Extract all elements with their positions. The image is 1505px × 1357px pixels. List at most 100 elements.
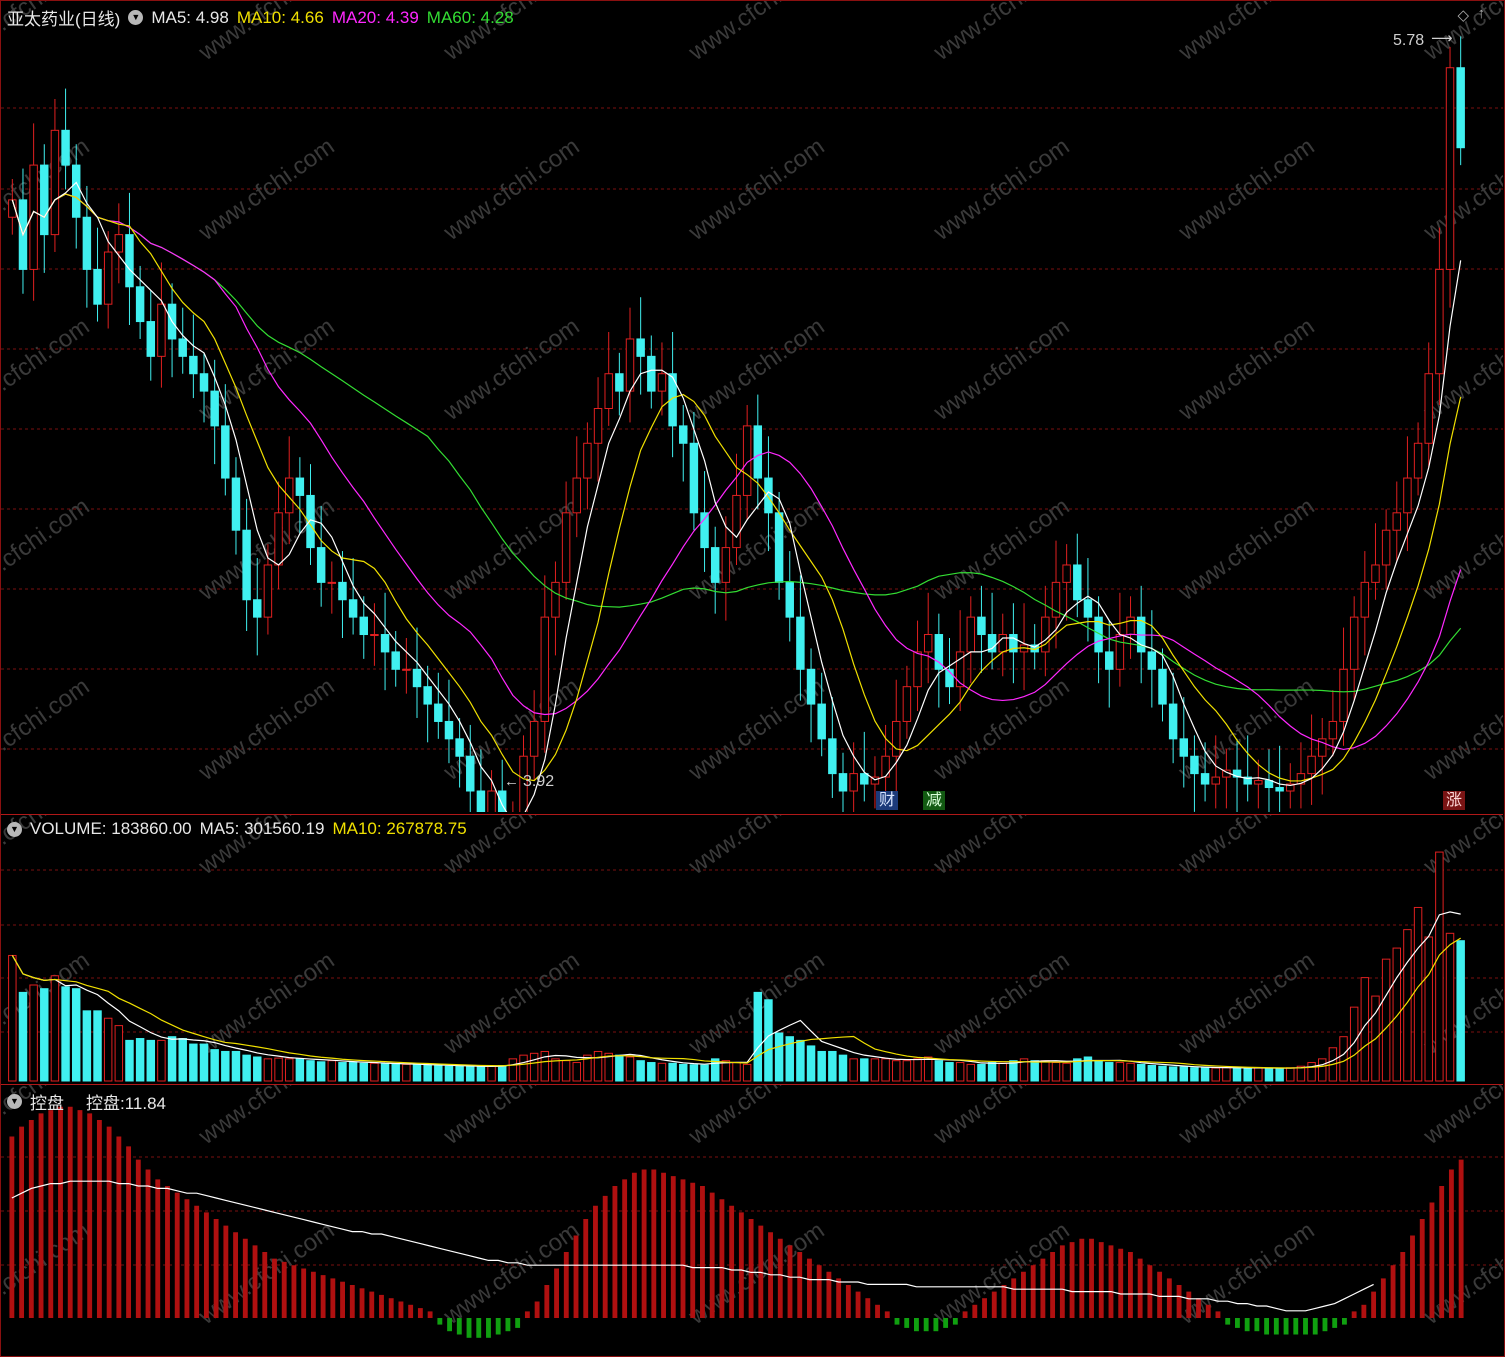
- candle-body: [1105, 651, 1114, 670]
- volume-bar: [455, 1065, 464, 1082]
- candle-body: [966, 616, 976, 653]
- volume-bar: [828, 1050, 837, 1082]
- candle-body: [125, 234, 134, 288]
- volume-bar: [540, 1050, 550, 1082]
- candle-body: [455, 738, 464, 757]
- volume-bar: [700, 1064, 709, 1082]
- volume-bar: [1168, 1066, 1178, 1082]
- diamond-icon[interactable]: ◇: [1457, 6, 1469, 24]
- candle-body: [710, 547, 720, 583]
- volume-bar: [50, 975, 60, 1082]
- volume-bar: [1264, 1067, 1274, 1082]
- volume-bar: [742, 1063, 752, 1082]
- candle-body: [40, 164, 49, 236]
- volume-bar: [125, 1039, 134, 1082]
- candlestick-chart[interactable]: www.cfchi.com www.cfchi.com www.cfchi.com w…: [1, 1, 1503, 812]
- candle-body: [732, 494, 741, 549]
- control-indicator-chart[interactable]: www.cfchi.com www.cfchi.com www.cfchi.com w…: [1, 1085, 1503, 1355]
- volume-chart[interactable]: www.cfchi.com www.cfchi.com www.cfchi.com w…: [1, 815, 1503, 1083]
- collapse-toggle-icon[interactable]: ▼: [128, 10, 144, 25]
- candle-body: [785, 581, 794, 618]
- collapse-toggle-icon[interactable]: ▼: [7, 1094, 22, 1109]
- watermark-text: www.cfchi.com: [1, 673, 94, 787]
- event-tag-limit-up[interactable]: 涨: [1443, 791, 1466, 810]
- event-tag-finance[interactable]: 财: [876, 791, 899, 810]
- volume-bar: [796, 1039, 805, 1082]
- ma10-value: 4.66: [290, 7, 324, 27]
- price-panel[interactable]: www.cfchi.com www.cfchi.com www.cfchi.com w…: [1, 1, 1503, 812]
- candle-body: [1392, 512, 1402, 531]
- volume-bar: [1254, 1067, 1263, 1082]
- collapse-toggle-icon[interactable]: ▼: [7, 821, 22, 837]
- candle-body: [604, 373, 613, 409]
- ma5-label: MA5:: [151, 7, 192, 27]
- ma20-legend: MA20: 4.39: [332, 8, 419, 28]
- volume-bar: [551, 1058, 560, 1082]
- vol-ma5-legend: MA5: 301560.19: [200, 819, 325, 839]
- watermark-text: www.cfchi.com: [1173, 815, 1319, 880]
- vol-ma10-value: 267878.75: [386, 819, 467, 838]
- watermark-text: www.cfchi.com: [1418, 815, 1503, 880]
- candle-body: [1211, 776, 1220, 785]
- volume-bar: [476, 1066, 486, 1082]
- candle-body: [1328, 720, 1338, 740]
- volume-bar: [135, 1038, 145, 1082]
- volume-value: 183860.00: [111, 819, 192, 838]
- volume-bar: [977, 1063, 986, 1082]
- candle-body: [1062, 564, 1071, 583]
- volume-bar: [497, 1064, 507, 1082]
- control-value: 11.84: [124, 1094, 167, 1113]
- candle-body: [1168, 703, 1178, 740]
- candle-body: [231, 477, 241, 531]
- candle-body: [434, 703, 443, 722]
- arrow-up-icon[interactable]: ↑: [1478, 5, 1486, 22]
- control-panel[interactable]: www.cfchi.com www.cfchi.com www.cfchi.com w…: [1, 1084, 1503, 1355]
- volume-bar: [199, 1043, 209, 1082]
- volume-bar: [1062, 1062, 1071, 1082]
- watermark-text: www.cfchi.com: [193, 947, 339, 1061]
- volume-bar: [529, 1052, 539, 1082]
- candle-body: [615, 373, 624, 392]
- volume-bar: [348, 1062, 358, 1082]
- candle-body: [892, 720, 901, 757]
- volume-bar: [295, 1058, 305, 1082]
- candle-body: [593, 408, 603, 444]
- volume-bar: [284, 1058, 294, 1082]
- volume-bar: [1318, 1058, 1327, 1082]
- volume-bar: [1222, 1067, 1231, 1082]
- candle-body: [753, 425, 763, 479]
- event-tag-reduce[interactable]: 减: [923, 791, 946, 810]
- candle-body: [849, 773, 858, 792]
- ma60-label: MA60:: [426, 7, 476, 27]
- watermark-text: www.cfchi.com: [1418, 673, 1503, 787]
- volume-bar: [1339, 1036, 1348, 1082]
- volume-bar: [1190, 1067, 1199, 1082]
- high-price-marker: 5.78: [1393, 32, 1425, 49]
- control-title: 控盘: [30, 1094, 64, 1113]
- volume-bar: [732, 1062, 741, 1082]
- candle-body: [466, 755, 475, 792]
- volume-bar: [966, 1063, 976, 1082]
- candle-body: [189, 355, 198, 375]
- ma60-value: 4.28: [480, 7, 514, 27]
- volume-bar: [114, 1025, 124, 1082]
- candle-body: [1349, 616, 1359, 670]
- watermark-text: www.cfchi.com: [928, 1, 1074, 66]
- candle-body: [1403, 477, 1412, 514]
- candle-body: [1254, 780, 1263, 785]
- candle-body: [50, 129, 60, 236]
- volume-bar: [242, 1054, 251, 1082]
- volume-panel[interactable]: www.cfchi.com www.cfchi.com www.cfchi.com w…: [1, 814, 1503, 1083]
- volume-bar: [82, 1010, 92, 1082]
- volume-bar: [625, 1056, 635, 1082]
- candle-body: [295, 477, 305, 496]
- volume-bar: [1275, 1067, 1284, 1082]
- volume-bar: [221, 1050, 230, 1082]
- candle-body: [284, 477, 294, 514]
- candle-body: [444, 720, 454, 740]
- stock-title: 亚太药业(日线): [7, 10, 121, 29]
- volume-bar: [370, 1062, 379, 1082]
- ma10-legend: MA10: 4.66: [237, 8, 324, 28]
- watermark-text: www.cfchi.com: [928, 1085, 1074, 1150]
- vol-ma10-legend: MA10: 267878.75: [332, 819, 466, 839]
